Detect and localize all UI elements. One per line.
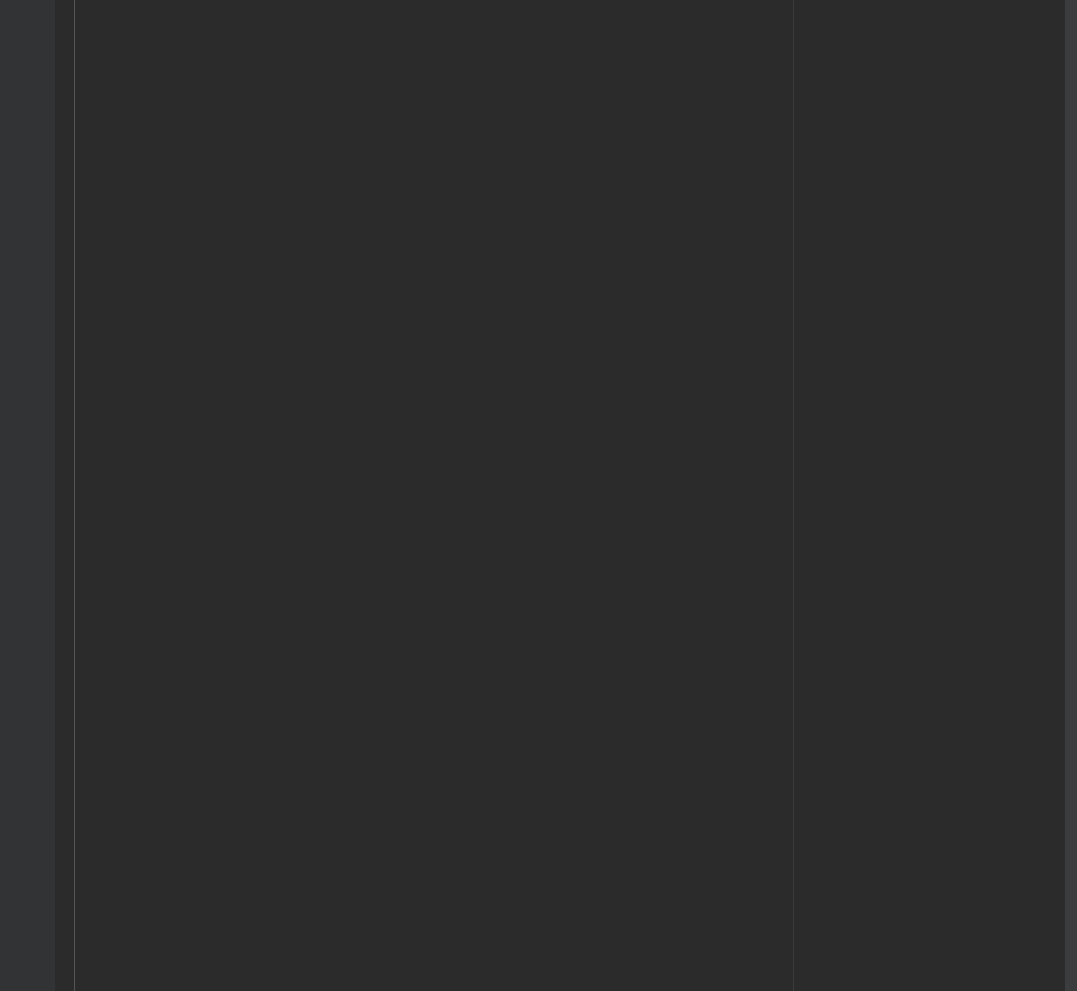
line-number-gutter[interactable] — [0, 0, 35, 991]
scrollbar-vertical[interactable] — [1065, 0, 1077, 991]
fold-gutter[interactable] — [61, 0, 75, 991]
code-editor[interactable] — [0, 0, 1077, 991]
code-area[interactable] — [75, 0, 1065, 991]
right-margin-guide — [793, 0, 794, 991]
annotation-gutter — [35, 0, 55, 991]
